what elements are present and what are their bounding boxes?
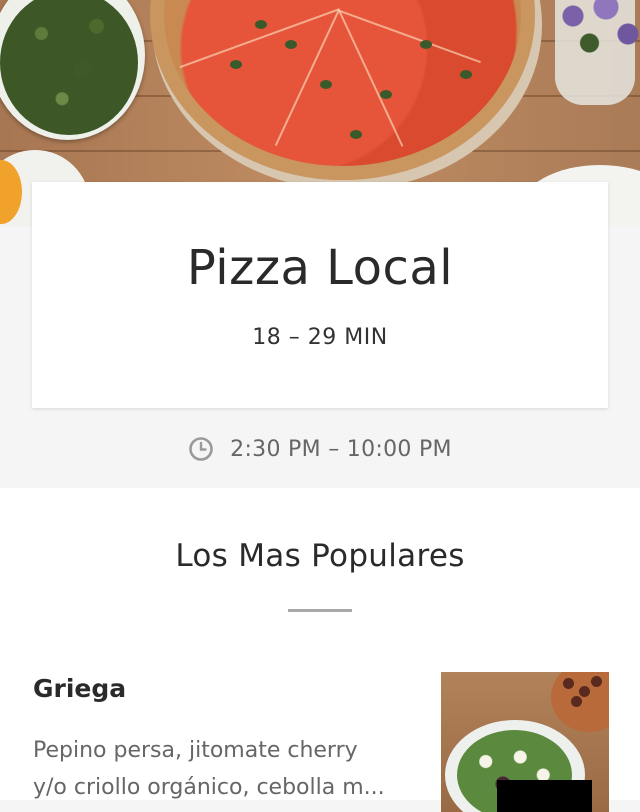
restaurant-name: Pizza Local bbox=[186, 240, 454, 296]
restaurant-info-card: Pizza Local 18 – 29 MIN bbox=[32, 182, 608, 408]
menu-item-image bbox=[441, 672, 609, 812]
popular-section: Los Mas Populares Griega Pepino persa, j… bbox=[0, 488, 640, 812]
hours-text: 2:30 PM – 10:00 PM bbox=[230, 436, 452, 462]
section-divider bbox=[288, 609, 352, 612]
menu-item-description-line: Pepino persa, jitomate cherry bbox=[33, 738, 358, 763]
menu-item-description: Pepino persa, jitomate cherry y/o crioll… bbox=[33, 732, 418, 806]
delivery-time-estimate: 18 – 29 MIN bbox=[252, 325, 388, 350]
menu-item-name: Griega bbox=[33, 674, 127, 703]
clock-icon bbox=[189, 437, 213, 461]
section-title: Los Mas Populares bbox=[175, 538, 465, 574]
menu-item-description-line: y/o criollo orgánico, cebolla m... bbox=[33, 775, 385, 800]
opening-hours: 2:30 PM – 10:00 PM bbox=[0, 432, 640, 466]
